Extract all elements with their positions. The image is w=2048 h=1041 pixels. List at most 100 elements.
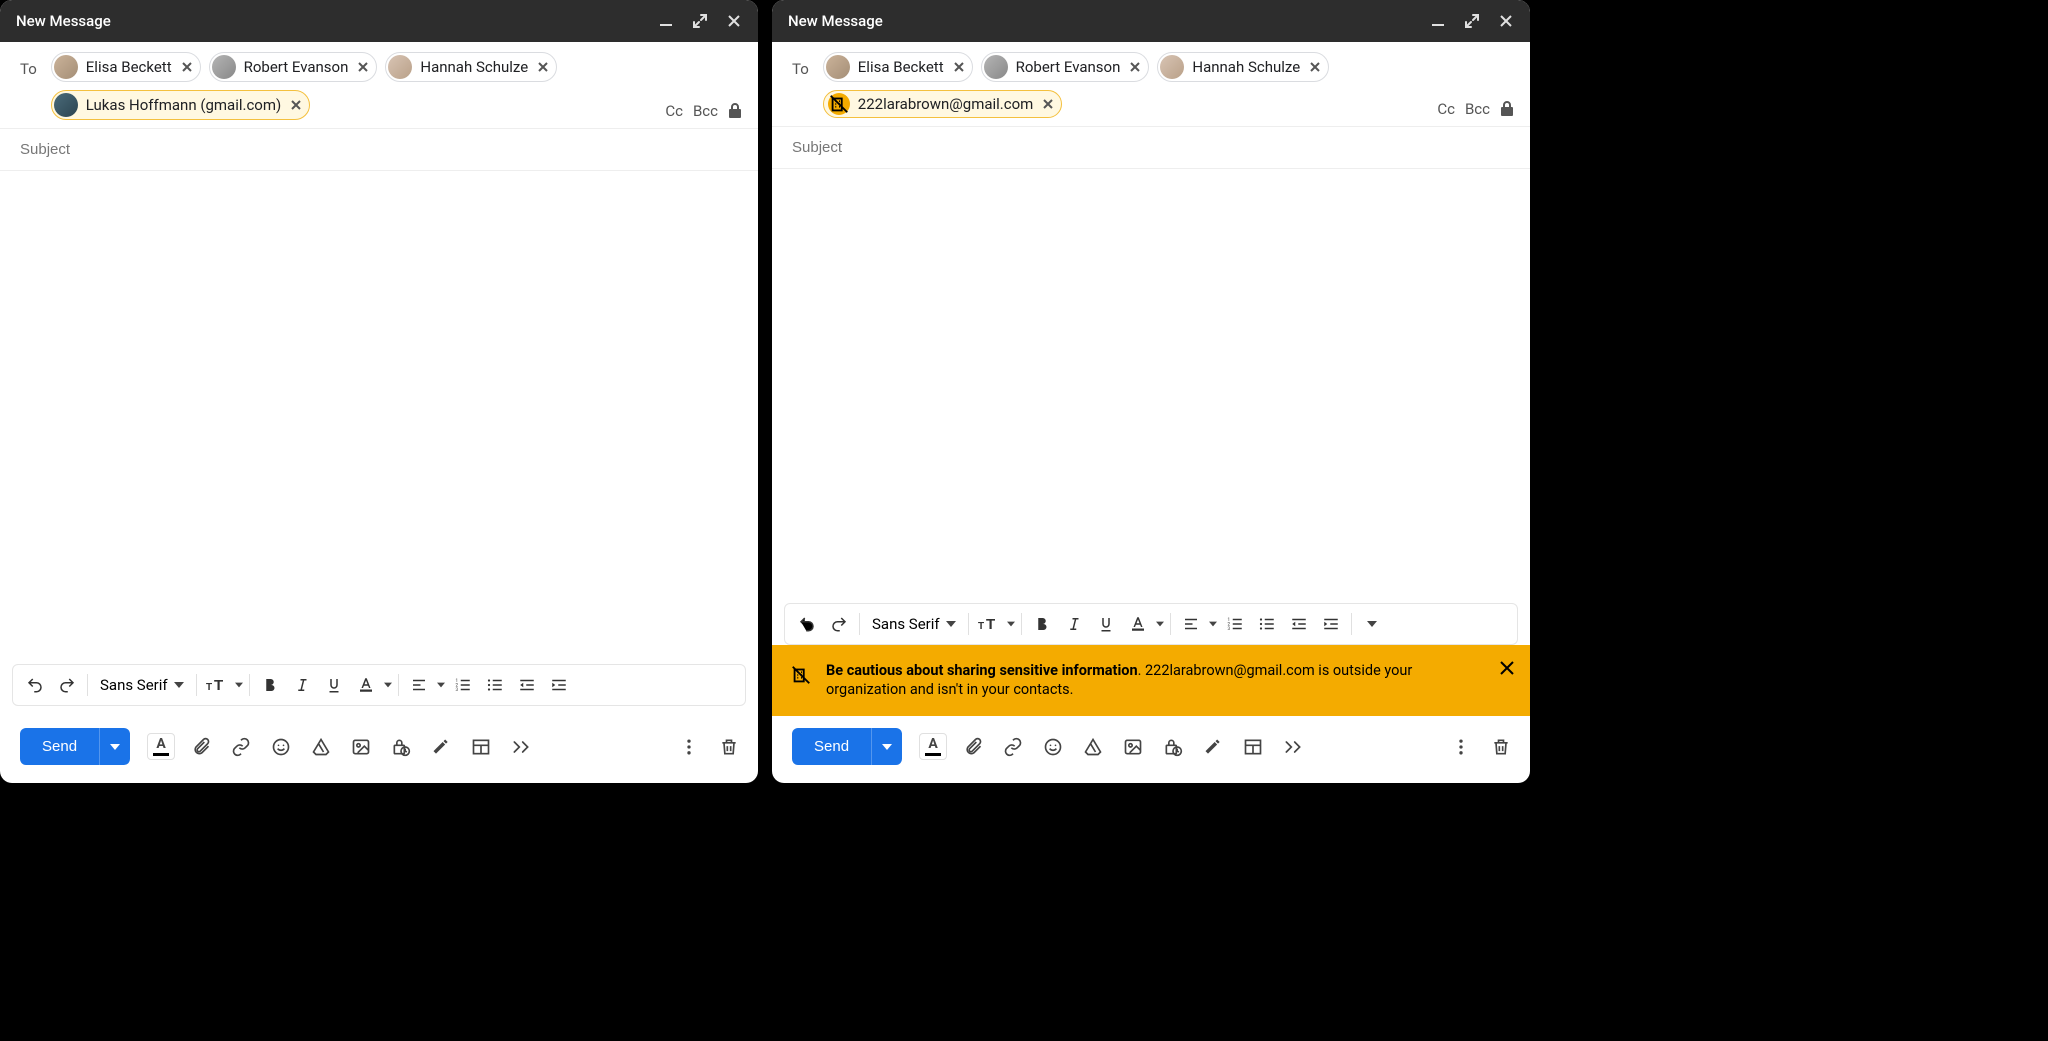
message-body[interactable] [772,169,1530,603]
indent-decrease-icon[interactable] [513,671,541,699]
recipient-chip[interactable]: Elisa Beckett [823,52,973,82]
insert-template-icon[interactable] [468,734,494,760]
undo-icon[interactable] [21,671,49,699]
bcc-button[interactable]: Bcc [693,102,718,120]
recipient-chip-unknown[interactable]: 222larabrown@gmail.com [823,90,1063,118]
recipient-chip-external[interactable]: Lukas Hoffmann (gmail.com) [51,90,310,120]
chevron-down-icon[interactable] [384,681,392,689]
recipient-chips[interactable]: Elisa Beckett Robert Evanson Hannah Schu… [51,52,742,120]
indent-decrease-icon[interactable] [1285,610,1313,638]
dismiss-warning-icon[interactable] [1498,659,1516,677]
remove-chip-icon[interactable] [950,58,968,76]
message-body[interactable] [0,171,758,664]
signature-icon[interactable] [428,734,454,760]
drive-icon[interactable] [308,734,334,760]
confidential-mode-icon[interactable] [1160,734,1186,760]
attach-icon[interactable] [960,734,986,760]
minimize-icon[interactable] [1430,13,1446,29]
chevron-down-icon[interactable] [1007,620,1015,628]
send-options-button[interactable] [99,728,130,765]
window-title: New Message [16,12,111,30]
signature-icon[interactable] [1200,734,1226,760]
redo-icon[interactable] [825,610,853,638]
send-options-button[interactable] [871,728,902,765]
remove-chip-icon[interactable] [1126,58,1144,76]
emoji-icon[interactable] [1040,734,1066,760]
underline-icon[interactable] [320,671,348,699]
send-button[interactable]: Send [20,728,99,765]
titlebar: New Message [0,0,758,42]
close-icon[interactable] [726,13,742,29]
image-icon[interactable] [348,734,374,760]
remove-chip-icon[interactable] [534,58,552,76]
lock-icon[interactable] [1500,101,1514,117]
more-compose-icon[interactable] [1280,734,1306,760]
chevron-down-icon[interactable] [1209,620,1217,628]
more-formatting-icon[interactable] [1358,610,1386,638]
underline-icon[interactable] [1092,610,1120,638]
font-size-icon[interactable]: TT [975,610,1003,638]
font-family-select[interactable]: Sans Serif [866,615,962,633]
svg-text:T: T [978,621,984,632]
cc-button[interactable]: Cc [1437,100,1455,118]
remove-chip-icon[interactable] [1039,95,1057,113]
bold-icon[interactable] [1028,610,1056,638]
italic-icon[interactable] [1060,610,1088,638]
discard-draft-icon[interactable] [1488,734,1514,760]
subject-input[interactable] [772,127,1530,168]
recipient-chips[interactable]: Elisa Beckett Robert Evanson Hannah Schu… [823,52,1514,118]
remove-chip-icon[interactable] [178,58,196,76]
minimize-icon[interactable] [658,13,674,29]
link-icon[interactable] [228,734,254,760]
drive-icon[interactable] [1080,734,1106,760]
bullet-list-icon[interactable] [1253,610,1281,638]
remove-chip-icon[interactable] [354,58,372,76]
bold-icon[interactable] [256,671,284,699]
remove-chip-icon[interactable] [1306,58,1324,76]
text-color-icon[interactable] [352,671,380,699]
bullet-list-icon[interactable] [481,671,509,699]
indent-increase-icon[interactable] [545,671,573,699]
subject-input[interactable] [0,129,758,170]
font-size-icon[interactable]: TT [203,671,231,699]
cc-button[interactable]: Cc [665,102,683,120]
chevron-down-icon[interactable] [437,681,445,689]
more-compose-icon[interactable] [508,734,534,760]
chevron-down-icon[interactable] [1156,620,1164,628]
fullscreen-icon[interactable] [692,13,708,29]
formatting-toggle-icon[interactable]: A [148,734,174,760]
image-icon[interactable] [1120,734,1146,760]
undo-icon[interactable] [793,610,821,638]
formatting-toggle-icon[interactable]: A [920,734,946,760]
recipient-chip[interactable]: Elisa Beckett [51,52,201,82]
link-icon[interactable] [1000,734,1026,760]
text-color-icon[interactable] [1124,610,1152,638]
send-button[interactable]: Send [792,728,871,765]
insert-template-icon[interactable] [1240,734,1266,760]
align-icon[interactable] [405,671,433,699]
recipient-chip[interactable]: Hannah Schulze [385,52,557,82]
more-options-icon[interactable] [676,734,702,760]
emoji-icon[interactable] [268,734,294,760]
italic-icon[interactable] [288,671,316,699]
unknown-org-icon [790,661,812,686]
discard-draft-icon[interactable] [716,734,742,760]
redo-icon[interactable] [53,671,81,699]
more-options-icon[interactable] [1448,734,1474,760]
align-icon[interactable] [1177,610,1205,638]
indent-increase-icon[interactable] [1317,610,1345,638]
chevron-down-icon[interactable] [235,681,243,689]
confidential-mode-icon[interactable] [388,734,414,760]
remove-chip-icon[interactable] [287,96,305,114]
recipient-chip[interactable]: Robert Evanson [981,52,1150,82]
close-icon[interactable] [1498,13,1514,29]
recipient-chip[interactable]: Robert Evanson [209,52,378,82]
bcc-button[interactable]: Bcc [1465,100,1490,118]
recipient-chip[interactable]: Hannah Schulze [1157,52,1329,82]
numbered-list-icon[interactable]: 123 [449,671,477,699]
fullscreen-icon[interactable] [1464,13,1480,29]
numbered-list-icon[interactable]: 123 [1221,610,1249,638]
attach-icon[interactable] [188,734,214,760]
font-family-select[interactable]: Sans Serif [94,676,190,694]
lock-icon[interactable] [728,103,742,119]
